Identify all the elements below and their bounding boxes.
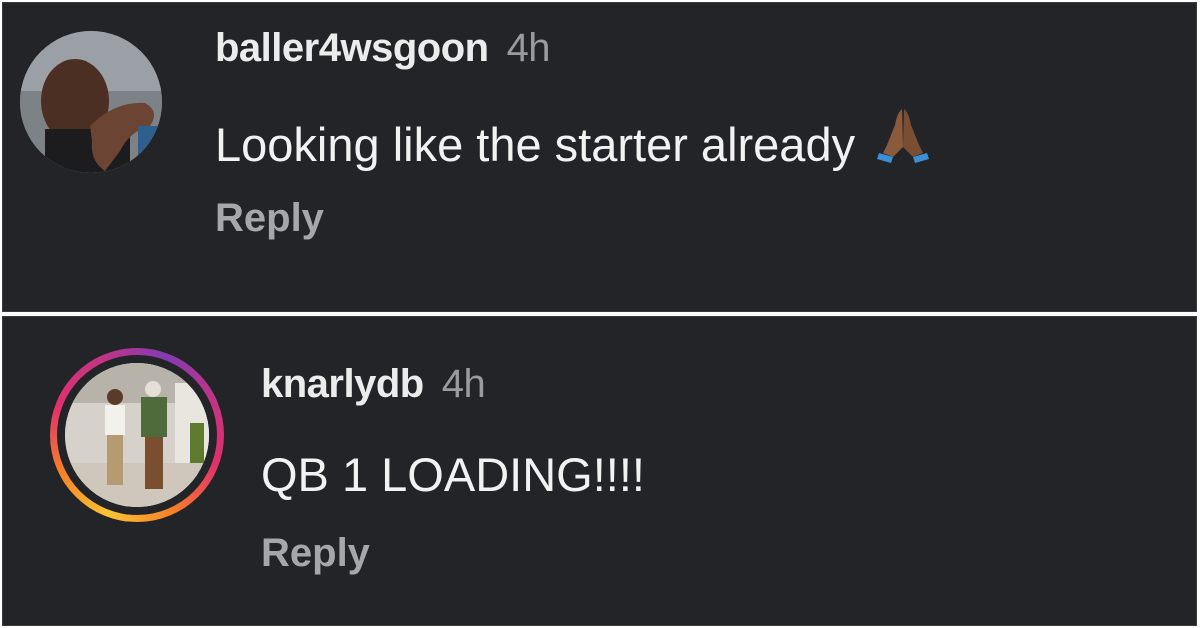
user-photo-icon [20,31,162,173]
folded-hands-icon [875,107,931,176]
comment-text: Looking like the starter already [215,107,931,176]
username[interactable]: baller4wsgoon 4h [215,26,551,71]
username-text[interactable]: knarlydb [261,362,424,406]
timestamp: 4h [506,26,551,70]
comment-card: knarlydb 4h QB 1 LOADING!!!! Reply [2,316,1197,626]
avatar[interactable] [20,31,162,173]
comment-body: QB 1 LOADING!!!! [261,448,645,501]
comment-card: baller4wsgoon 4h Looking like the starter… [2,2,1197,312]
username[interactable]: knarlydb 4h [261,362,486,407]
user-photo-icon [65,363,209,507]
reply-button[interactable]: Reply [261,531,370,576]
username-text[interactable]: baller4wsgoon [215,26,489,70]
avatar[interactable] [65,363,209,507]
reply-button[interactable]: Reply [215,196,324,241]
comment-text: QB 1 LOADING!!!! [261,447,645,502]
timestamp: 4h [441,362,486,406]
comment-body: Looking like the starter already [215,118,856,171]
